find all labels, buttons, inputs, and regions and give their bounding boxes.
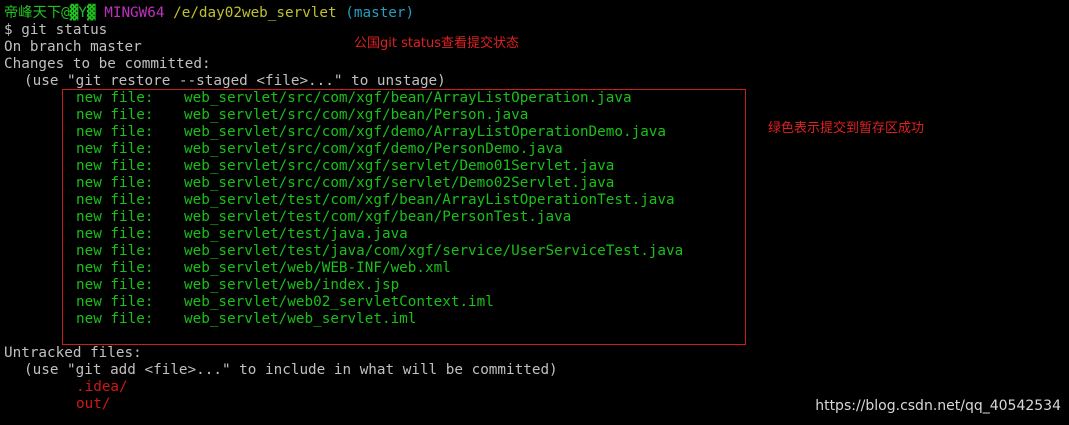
command-line: $ git status — [4, 22, 108, 38]
prompt-line: 帝峰天下@▓Y▓ MINGW64 /e/day02web_servlet (ma… — [4, 5, 1064, 22]
prompt-system: MINGW64 — [104, 5, 165, 21]
staged-hint: (use "git restore --staged <file>..." to… — [24, 73, 446, 89]
staged-highlight-box — [62, 89, 746, 345]
prompt-user-host: 帝峰天下@▓Y▓ — [4, 5, 96, 21]
staged-header: Changes to be committed: — [4, 56, 211, 72]
branch-line: On branch master — [4, 39, 142, 55]
prompt-path: /e/day02web_servlet — [173, 5, 337, 21]
untracked-file-row: .idea/ — [76, 379, 128, 395]
untracked-header: Untracked files: — [4, 345, 142, 361]
watermark: https://blog.csdn.net/qq_40542534 — [815, 398, 1061, 414]
prompt-branch: (master) — [345, 5, 415, 21]
staged-annotation: 绿色表示提交到暂存区成功 — [768, 121, 925, 136]
untracked-hint: (use "git add <file>..." to include in w… — [24, 362, 558, 378]
status-annotation: 公国git status查看提交状态 — [354, 36, 520, 51]
